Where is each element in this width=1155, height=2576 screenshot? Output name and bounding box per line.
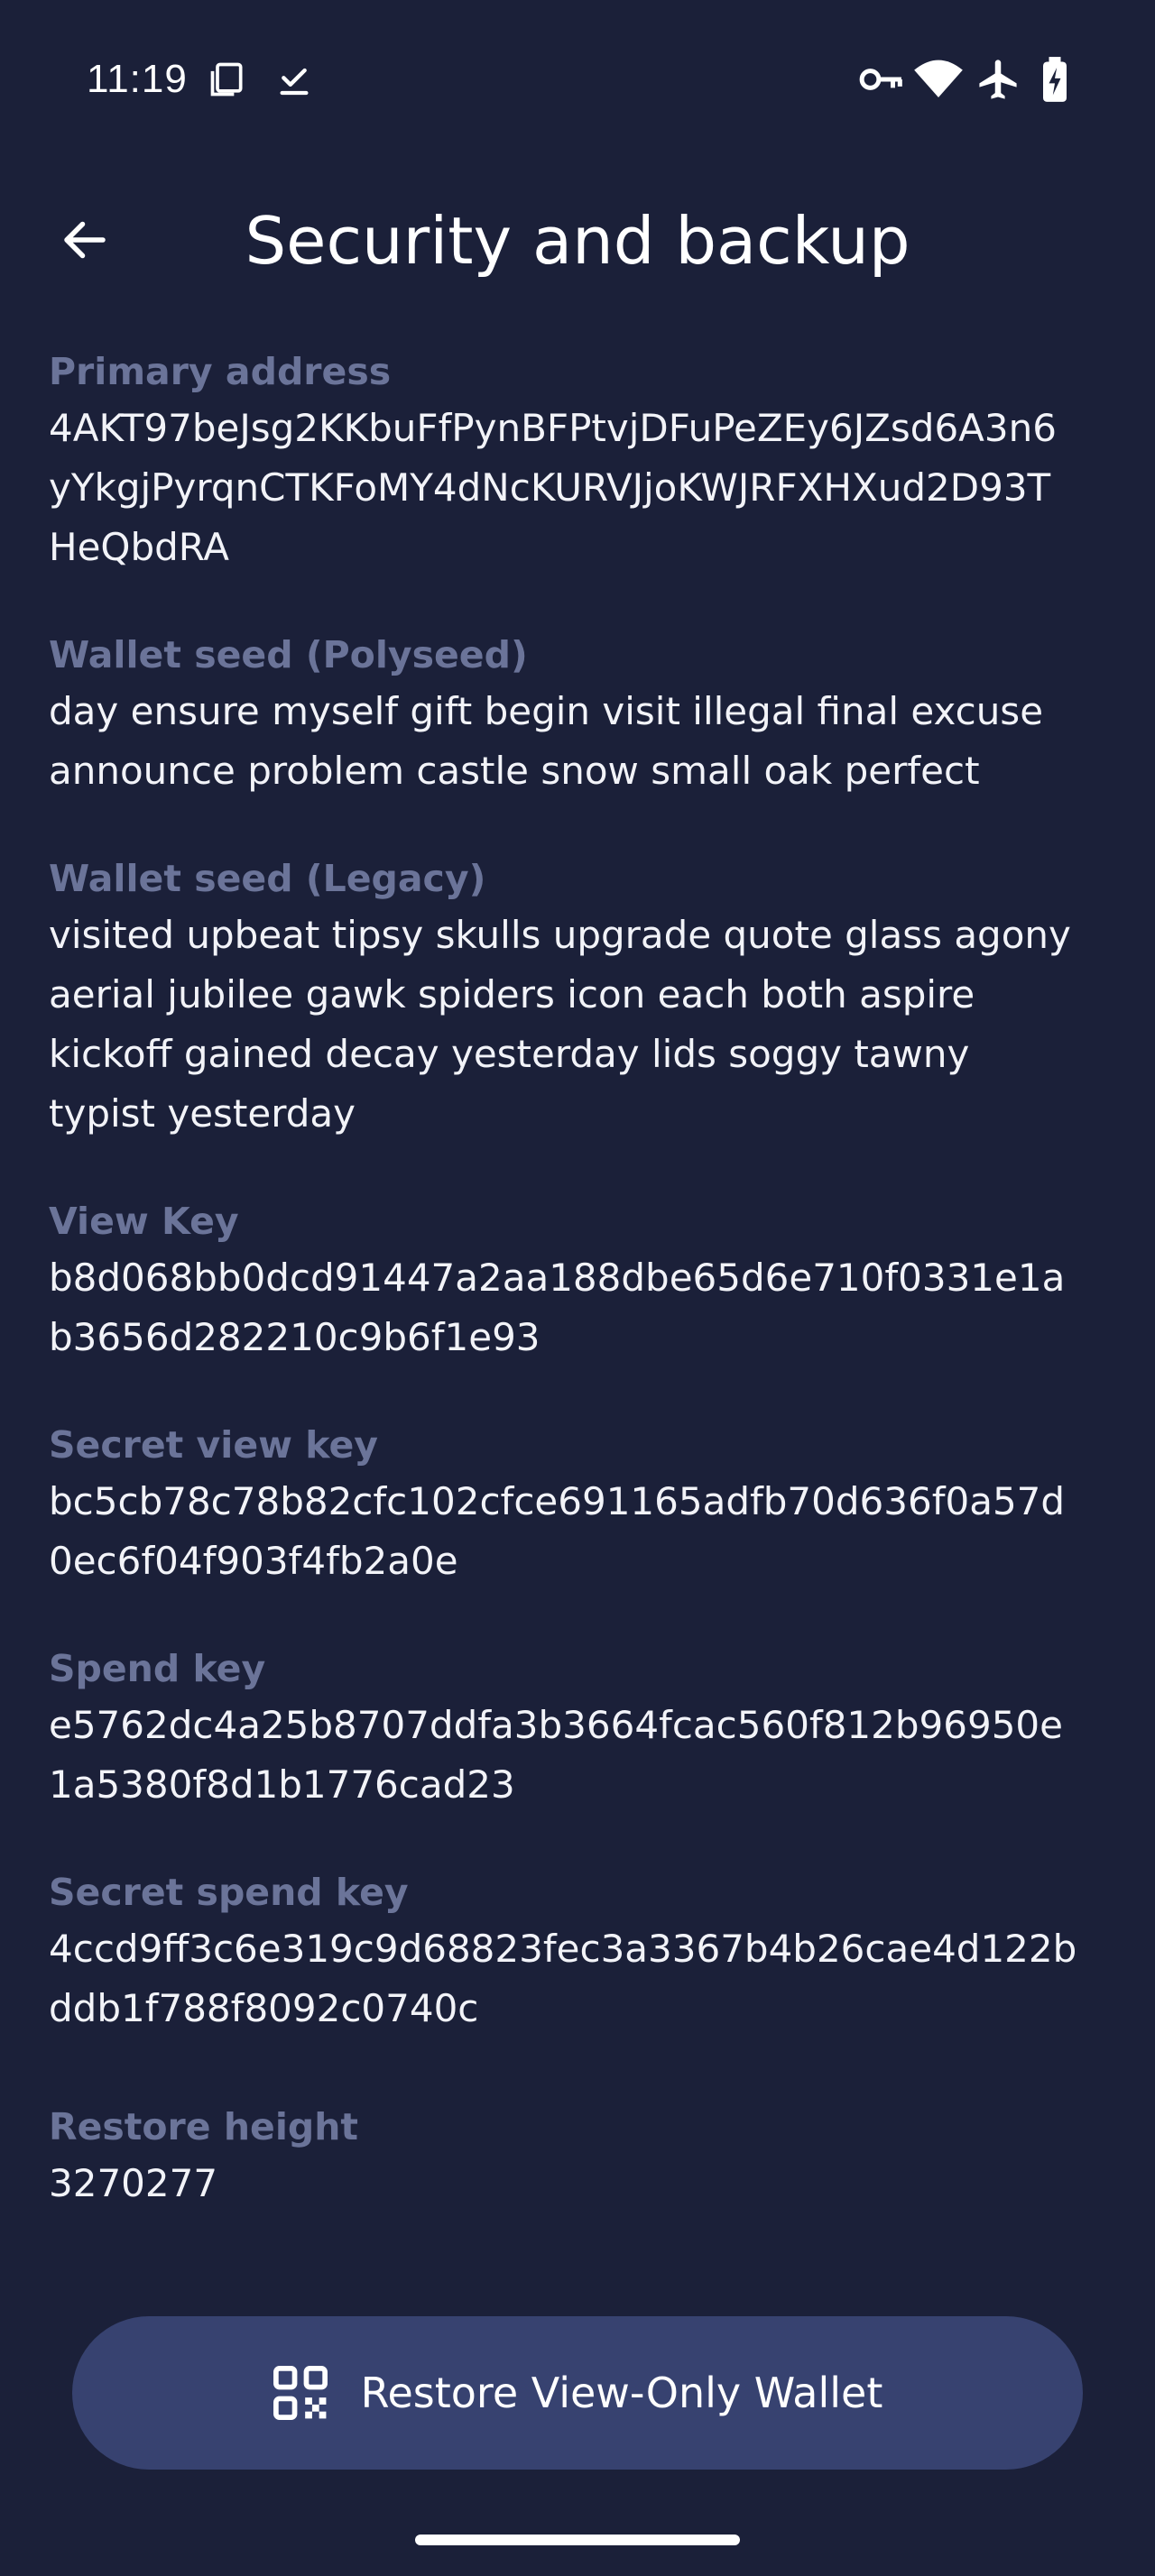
- check-icon: [280, 68, 309, 96]
- status-time: 11:19: [87, 57, 188, 101]
- seed-legacy-label: Wallet seed (Legacy): [49, 857, 486, 900]
- seed-legacy-field: Wallet seed (Legacy) visited upbeat tips…: [49, 851, 1077, 1144]
- secret-view-key-label: Secret view key: [49, 1423, 378, 1467]
- spend-key-value[interactable]: e5762dc4a25b8707ddfa3b3664fcac560f812b96…: [49, 1696, 1077, 1815]
- screenshot-icon: [210, 62, 243, 97]
- view-key-value[interactable]: b8d068bb0dcd91447a2aa188dbe65d6e710f0331…: [49, 1248, 1077, 1367]
- restore-height-field: Restore height 3270277: [49, 2100, 1077, 2213]
- battery-charging-icon: [1043, 57, 1067, 102]
- primary-address-value[interactable]: 4AKT97beJsg2KKbuFfPynBFPtvjDFuPeZEy6JZsd…: [49, 399, 1077, 577]
- view-key-field: View Key b8d068bb0dcd91447a2aa188dbe65d6…: [49, 1194, 1077, 1367]
- status-bar: 11:19: [0, 0, 1155, 158]
- secret-spend-key-label: Secret spend key: [49, 1871, 409, 1914]
- spend-key-label: Spend key: [49, 1647, 266, 1690]
- app-bar: Security and backup: [0, 180, 1155, 299]
- seed-legacy-value[interactable]: visited upbeat tipsy skulls upgrade quot…: [49, 906, 1077, 1144]
- view-key-label: View Key: [49, 1200, 239, 1243]
- secret-view-key-value[interactable]: bc5cb78c78b82cfc102cfce691165adfb70d636f…: [49, 1472, 1077, 1591]
- airplane-icon: [979, 60, 1017, 99]
- qr-code-icon: [273, 2366, 328, 2420]
- seed-polyseed-value[interactable]: day ensure myself gift begin visit illeg…: [49, 682, 1077, 801]
- primary-address-label: Primary address: [49, 350, 392, 393]
- spend-key-field: Spend key e5762dc4a25b8707ddfa3b3664fcac…: [49, 1642, 1077, 1815]
- home-indicator[interactable]: [415, 2535, 740, 2545]
- restore-height-label: Restore height: [49, 2105, 359, 2148]
- page-title: Security and backup: [245, 203, 910, 279]
- secret-spend-key-value[interactable]: 4ccd9ff3c6e319c9d68823fec3a3367b4b26cae4…: [49, 1919, 1077, 2038]
- secret-view-key-field: Secret view key bc5cb78c78b82cfc102cfce6…: [49, 1418, 1077, 1591]
- restore-height-value[interactable]: 3270277: [49, 2154, 1077, 2213]
- restore-view-only-wallet-button[interactable]: Restore View-Only Wallet: [72, 2316, 1083, 2470]
- vpn-key-icon: [859, 69, 902, 90]
- seed-polyseed-label: Wallet seed (Polyseed): [49, 633, 528, 676]
- wallet-details: Primary address 4AKT97beJsg2KKbuFfPynBFP…: [49, 345, 1077, 2264]
- secret-spend-key-field: Secret spend key 4ccd9ff3c6e319c9d68823f…: [49, 1865, 1077, 2038]
- seed-polyseed-field: Wallet seed (Polyseed) day ensure myself…: [49, 628, 1077, 801]
- wifi-icon: [914, 60, 963, 97]
- restore-button-label: Restore View-Only Wallet: [360, 2369, 883, 2417]
- primary-address-field: Primary address 4AKT97beJsg2KKbuFfPynBFP…: [49, 345, 1077, 577]
